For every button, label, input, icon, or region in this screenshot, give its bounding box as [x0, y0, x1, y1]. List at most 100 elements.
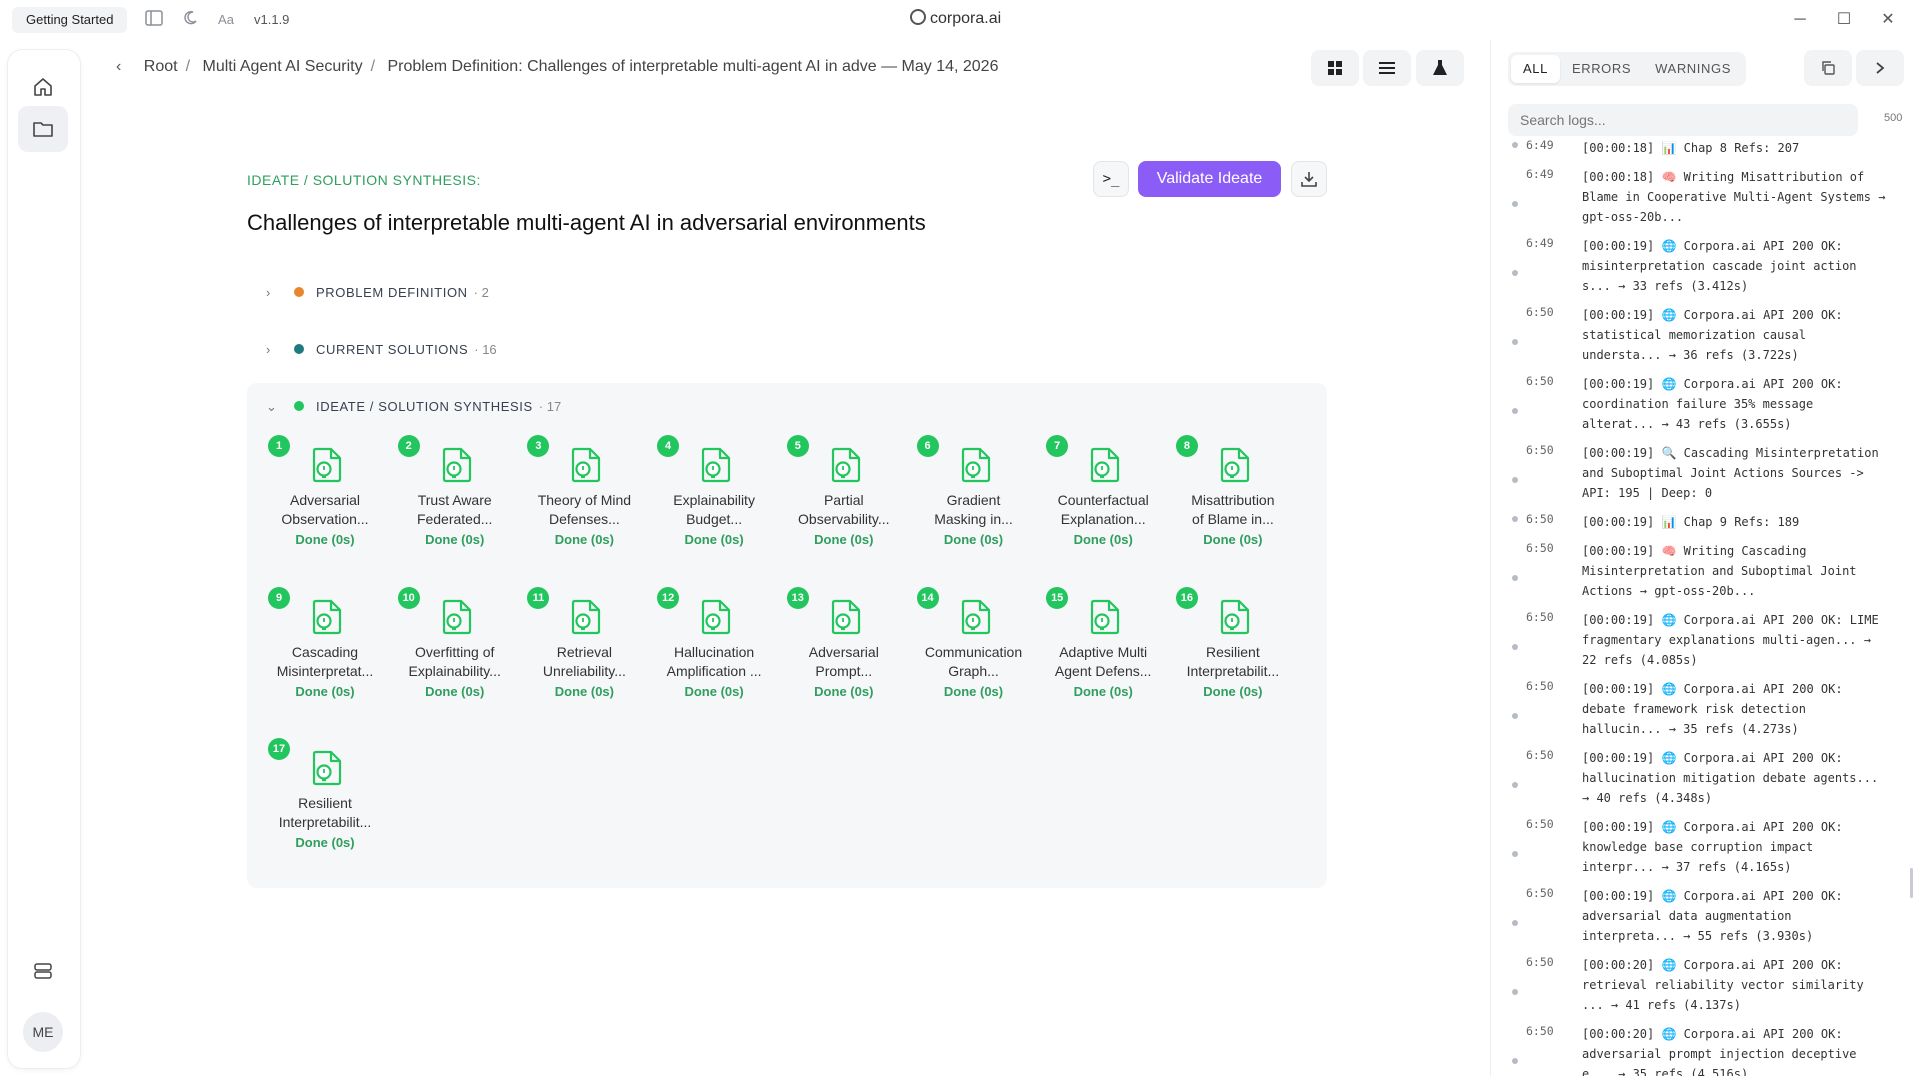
log-time: 6:50	[1526, 610, 1554, 624]
log-search-input[interactable]	[1508, 104, 1858, 136]
document-lightbulb-icon	[1085, 597, 1125, 637]
copy-logs-button[interactable]	[1804, 50, 1852, 86]
font-size-icon[interactable]: Aa	[216, 10, 236, 30]
idea-card[interactable]: 3 Theory of Mind Defenses... Done (0s)	[524, 435, 644, 565]
group-count: · 16	[474, 342, 497, 357]
terminal-button[interactable]: >_	[1093, 161, 1129, 197]
document-lightbulb-icon	[1215, 597, 1255, 637]
sidebar-toggle-icon[interactable]	[144, 10, 164, 30]
folder-button[interactable]	[18, 106, 68, 152]
log-dot	[1512, 920, 1518, 926]
group-label: CURRENT SOLUTIONS	[316, 342, 469, 357]
flask-view-button[interactable]	[1416, 50, 1464, 86]
log-dot	[1512, 270, 1518, 276]
card-number: 6	[916, 435, 939, 457]
avatar[interactable]: ME	[23, 1012, 63, 1052]
document-lightbulb-icon	[307, 445, 347, 485]
version-label: v1.1.9	[254, 12, 290, 27]
idea-card[interactable]: 1 Adversarial Observation... Done (0s)	[265, 435, 385, 565]
card-number: 9	[268, 586, 290, 609]
card-title: Retrieval Unreliability...	[542, 643, 626, 679]
breadcrumb-item-root[interactable]: Root	[144, 58, 178, 75]
log-dot	[1512, 477, 1518, 483]
idea-card[interactable]: 14 Communication Graph... Done (0s)	[914, 586, 1034, 717]
log-dot	[1512, 575, 1518, 581]
idea-card[interactable]: 13 Adversarial Prompt... Done (0s)	[784, 586, 904, 717]
download-icon	[1301, 172, 1317, 187]
card-number: 13	[786, 586, 809, 609]
card-number: 14	[916, 586, 939, 609]
log-time: 6:49	[1526, 236, 1554, 250]
card-status: Done (0s)	[814, 532, 874, 547]
getting-started-button[interactable]: Getting Started	[12, 7, 128, 33]
document-lightbulb-icon	[1085, 445, 1125, 485]
log-message: [00:00:20] 🌐 Corpora.ai API 200 OK: adve…	[1582, 1027, 1857, 1076]
idea-card[interactable]: 9 Cascading Misinterpretat... Done (0s)	[265, 586, 385, 717]
log-message: [00:00:19] 🌐 Corpora.ai API 200 OK: misi…	[1582, 239, 1857, 293]
log-time: 6:50	[1526, 955, 1554, 969]
tab-warnings[interactable]: WARNINGS	[1643, 55, 1743, 83]
card-title: Trust Aware Federated...	[416, 492, 493, 527]
moon-icon[interactable]	[180, 10, 200, 30]
tab-errors[interactable]: ERRORS	[1560, 55, 1643, 83]
maximize-icon[interactable]: ☐	[1832, 8, 1856, 32]
home-button[interactable]	[18, 64, 68, 110]
idea-card[interactable]: 12 Hallucination Amplification ... Done (0s…	[654, 586, 774, 717]
list-view-button[interactable]	[1363, 50, 1411, 86]
card-title: Theory of Mind Defenses...	[537, 492, 632, 527]
group-ideate[interactable]: ⌄ IDEATE / SOLUTION SYNTHESIS · 17	[266, 399, 561, 415]
idea-card[interactable]: 6 Gradient Masking in... Done (0s)	[914, 435, 1034, 565]
log-message: [00:00:19] 🌐 Corpora.ai API 200 OK: deba…	[1582, 682, 1843, 736]
download-button[interactable]	[1291, 161, 1327, 197]
log-time: 6:50	[1526, 817, 1554, 831]
log-list[interactable]: 6:49 [00:00:18] 📊 Chap 8 Refs: 207 6:49 [00…	[1508, 138, 1908, 1076]
group-problem-definition[interactable]: › PROBLEM DEFINITION · 2	[266, 285, 489, 300]
breadcrumb-item-project[interactable]: Multi Agent AI Security	[202, 58, 362, 75]
storage-button[interactable]	[18, 948, 68, 994]
status-dot	[294, 344, 304, 354]
idea-card[interactable]: 11 Retrieval Unreliability... Done (0s)	[524, 586, 644, 717]
card-title: Partial Observability...	[798, 492, 890, 527]
copy-icon	[1822, 61, 1835, 75]
card-status: Done (0s)	[554, 532, 614, 547]
card-number: 3	[527, 435, 550, 457]
breadcrumb-item-current[interactable]: Problem Definition: Challenges of interp…	[387, 58, 998, 75]
collapse-panel-button[interactable]	[1856, 50, 1904, 86]
log-time: 6:50	[1526, 374, 1554, 388]
grid-view-button[interactable]	[1311, 50, 1359, 86]
status-dot	[294, 401, 304, 411]
folder-icon	[33, 122, 53, 137]
idea-card[interactable]: 17 Resilient Interpretabilit... Done (0s)	[265, 738, 385, 868]
idea-card[interactable]: 16 Resilient Interpretabilit... Done (0s)	[1173, 586, 1293, 717]
log-time: 6:50	[1526, 512, 1554, 526]
tab-all[interactable]: ALL	[1511, 55, 1560, 83]
group-label: IDEATE / SOLUTION SYNTHESIS	[316, 399, 533, 414]
document-lightbulb-icon	[696, 597, 736, 637]
validate-ideate-button[interactable]: Validate Ideate	[1138, 161, 1281, 197]
card-status: Done (0s)	[425, 683, 485, 699]
back-chevron-icon[interactable]: ‹	[116, 58, 121, 75]
card-status: Done (0s)	[295, 683, 355, 699]
card-number: 15	[1046, 586, 1069, 609]
document-lightbulb-icon	[826, 445, 866, 485]
group-current-solutions[interactable]: › CURRENT SOLUTIONS · 16	[266, 342, 497, 357]
idea-card[interactable]: 15 Adaptive Multi Agent Defens... Done (0s)	[1043, 586, 1163, 717]
idea-card[interactable]: 7 Counterfactual Explanation... Done (0s)	[1043, 435, 1163, 565]
card-title: Resilient Interpretabilit...	[278, 795, 372, 830]
idea-card[interactable]: 10 Overfitting of Explainability... Done (0…	[395, 586, 515, 717]
page-title: Challenges of interpretable multi-agent …	[247, 210, 926, 235]
card-status: Done (0s)	[814, 683, 874, 699]
close-icon[interactable]: ✕	[1876, 8, 1900, 32]
idea-card[interactable]: 5 Partial Observability... Done (0s)	[784, 435, 904, 565]
idea-card[interactable]: 4 Explainability Budget... Done (0s)	[654, 435, 774, 565]
home-icon	[34, 78, 52, 96]
log-dot	[1512, 644, 1518, 650]
idea-card[interactable]: 2 Trust Aware Federated... Done (0s)	[395, 435, 515, 565]
chevron-right-icon: ›	[266, 342, 271, 357]
brand: corpora.ai	[910, 9, 1001, 28]
log-scrollbar[interactable]	[1910, 868, 1913, 898]
document-lightbulb-icon	[307, 597, 347, 637]
log-time: 6:50	[1526, 1024, 1554, 1038]
idea-card[interactable]: 8 Misattribution of Blame in... Done (0s)	[1173, 435, 1293, 565]
minimize-icon[interactable]: ─	[1788, 8, 1812, 32]
